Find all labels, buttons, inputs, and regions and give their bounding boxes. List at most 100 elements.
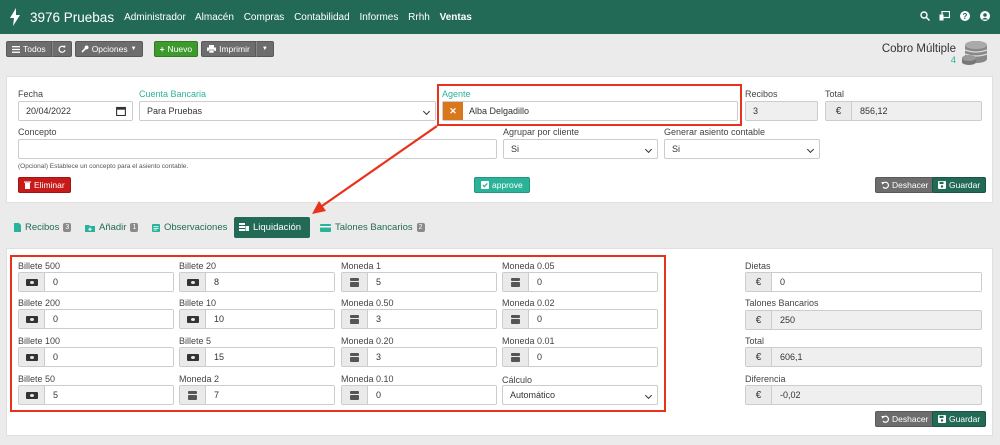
billete-100-label: Billete 100 — [18, 336, 61, 346]
undo-icon — [881, 415, 889, 423]
moneda-0-50-input[interactable]: 3 — [341, 309, 497, 329]
file-icon — [14, 223, 21, 232]
moneda-1-label: Moneda 1 — [341, 261, 382, 271]
billete-200-input[interactable]: 0 — [18, 309, 174, 329]
coins-icon — [349, 390, 360, 400]
coins-icon — [349, 352, 360, 362]
billete-10-value: 10 — [206, 310, 334, 328]
diferencia-value: -0,02 — [780, 390, 801, 400]
billete-500-value: 0 — [45, 273, 173, 291]
dietas-input[interactable]: € 0 — [745, 272, 982, 292]
tab-talones-label: Talones Bancarios — [335, 222, 413, 233]
euro-icon: € — [746, 348, 772, 366]
tab-liquidacion-label: Liquidación — [253, 222, 302, 233]
moneda-0-50-label: Moneda 0.50 — [341, 298, 394, 308]
moneda-0-20-input[interactable]: 3 — [341, 347, 497, 367]
banknote-icon — [25, 278, 38, 286]
moneda-2-value: 7 — [206, 386, 334, 404]
card-icon — [320, 223, 331, 232]
liq-total-input: € 606,1 — [745, 347, 982, 367]
billete-500-label: Billete 500 — [18, 261, 61, 271]
tab-recibos-label: Recibos — [25, 222, 60, 233]
tab-talones-bancarios[interactable]: Talones Bancarios 2 — [315, 217, 430, 238]
diferencia-input: € -0,02 — [745, 385, 982, 405]
billete-200-value: 0 — [45, 310, 173, 328]
liq-deshacer-button[interactable]: Deshacer — [875, 411, 935, 427]
coins-icon — [187, 390, 198, 400]
coins-icon — [349, 314, 360, 324]
tab-talones-badge: 2 — [416, 223, 425, 232]
billete-20-input[interactable]: 8 — [179, 272, 335, 292]
coins-icon — [239, 223, 249, 231]
moneda-0-20-label: Moneda 0.20 — [341, 336, 394, 346]
folder-plus-icon — [85, 224, 95, 232]
euro-icon: € — [746, 311, 772, 329]
billete-5-label: Billete 5 — [179, 336, 212, 346]
billete-10-input[interactable]: 10 — [179, 309, 335, 329]
moneda-0-10-input[interactable]: 0 — [341, 385, 497, 405]
moneda-0-02-value: 0 — [529, 310, 657, 328]
coins-icon — [349, 277, 360, 287]
banknote-icon — [25, 315, 38, 323]
calculo-label: Cálculo — [502, 375, 533, 385]
notes-icon — [152, 223, 160, 232]
diferencia-label: Diferencia — [745, 374, 786, 384]
moneda-0-05-value: 0 — [529, 273, 657, 291]
moneda-0-01-value: 0 — [529, 348, 657, 366]
moneda-2-label: Moneda 2 — [179, 374, 220, 384]
dietas-value: 0 — [772, 273, 981, 291]
billete-10-label: Billete 10 — [179, 298, 217, 308]
euro-icon: € — [746, 273, 772, 291]
dietas-label: Dietas — [745, 261, 771, 271]
tab-recibos-badge: 3 — [63, 223, 72, 232]
talones-value: 250 — [780, 315, 796, 325]
banknote-icon — [186, 315, 199, 323]
moneda-0-05-label: Moneda 0.05 — [502, 261, 555, 271]
tab-anadir-label: Añadir — [99, 222, 127, 233]
billete-50-input[interactable]: 5 — [18, 385, 174, 405]
billete-5-value: 15 — [206, 348, 334, 366]
save-icon — [938, 415, 946, 423]
billete-200-label: Billete 200 — [18, 298, 61, 308]
coins-icon — [510, 314, 521, 324]
moneda-0-02-input[interactable]: 0 — [502, 309, 658, 329]
tab-recibos[interactable]: Recibos 3 — [9, 217, 76, 238]
talones-input: € 250 — [745, 310, 982, 330]
euro-icon: € — [746, 386, 772, 404]
coins-icon — [510, 352, 521, 362]
moneda-0-01-input[interactable]: 0 — [502, 347, 658, 367]
billete-100-value: 0 — [45, 348, 173, 366]
moneda-1-value: 5 — [368, 273, 496, 291]
liq-deshacer-label: Deshacer — [892, 414, 929, 424]
talones-label: Talones Bancarios — [745, 298, 819, 308]
billete-100-input[interactable]: 0 — [18, 347, 174, 367]
moneda-1-input[interactable]: 5 — [341, 272, 497, 292]
billete-50-value: 5 — [45, 386, 173, 404]
billete-500-input[interactable]: 0 — [18, 272, 174, 292]
calculo-value: Automático — [510, 390, 556, 400]
banknote-icon — [25, 391, 38, 399]
calculo-select[interactable]: Automático — [502, 385, 658, 405]
billete-20-label: Billete 20 — [179, 261, 217, 271]
liq-guardar-label: Guardar — [949, 414, 981, 424]
banknote-icon — [186, 278, 199, 286]
tab-observaciones-label: Observaciones — [164, 222, 228, 233]
moneda-0-20-value: 3 — [368, 348, 496, 366]
moneda-0-10-value: 0 — [368, 386, 496, 404]
moneda-0-02-label: Moneda 0.02 — [502, 298, 555, 308]
tab-liquidacion[interactable]: Liquidación — [234, 217, 310, 238]
liq-guardar-button[interactable]: Guardar — [932, 411, 987, 427]
liq-total-value: 606,1 — [780, 352, 803, 362]
moneda-0-01-label: Moneda 0.01 — [502, 336, 555, 346]
moneda-2-input[interactable]: 7 — [179, 385, 335, 405]
moneda-0-05-input[interactable]: 0 — [502, 272, 658, 292]
moneda-0-50-value: 3 — [368, 310, 496, 328]
liq-total-label: Total — [745, 336, 765, 346]
billete-20-value: 8 — [206, 273, 334, 291]
tab-anadir[interactable]: Añadir 1 — [80, 217, 143, 238]
billete-5-input[interactable]: 15 — [179, 347, 335, 367]
tab-observaciones[interactable]: Observaciones — [147, 217, 232, 238]
moneda-0-10-label: Moneda 0.10 — [341, 374, 394, 384]
coins-icon — [510, 277, 521, 287]
tab-anadir-badge: 1 — [130, 223, 139, 232]
